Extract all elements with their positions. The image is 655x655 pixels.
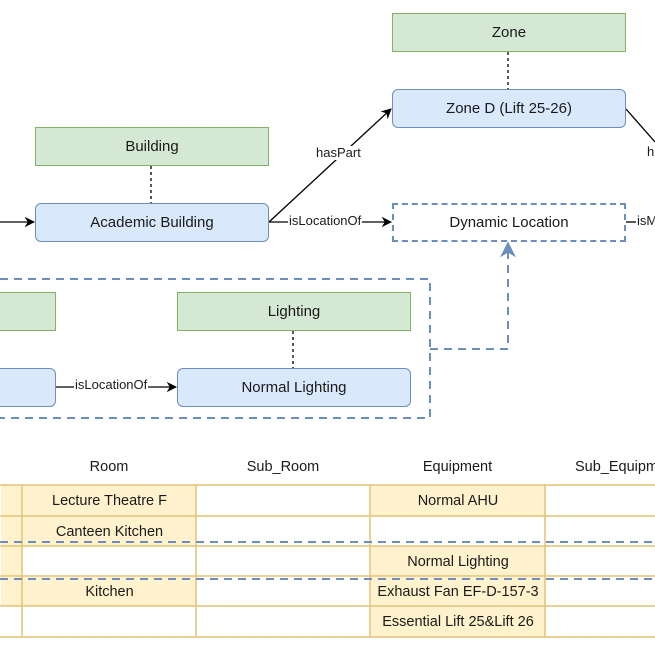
edge-label-is-location-of-left: isLocationOf [74, 377, 149, 392]
class-lighting[interactable]: Lighting [177, 292, 411, 331]
dynamic-group-connector [430, 241, 516, 350]
table-grid [0, 484, 655, 638]
ontology-diagram: Lecture Theatre F Normal AHU Canteen Kitch… [0, 0, 655, 655]
instance-zone-d[interactable]: Zone D (Lift 25-26) [392, 89, 626, 128]
instance-academic-building-label: Academic Building [90, 214, 214, 231]
edge-label-dynamic-right-partial: isM [636, 214, 655, 228]
dynamic-location-label: Dynamic Location [449, 214, 569, 231]
class-left-partial[interactable] [0, 292, 56, 331]
edge-label-is-location-of-academic: isLocationOf [288, 213, 363, 228]
instance-normal-lighting[interactable]: Normal Lighting [177, 368, 411, 407]
edge-has-part [268, 108, 392, 223]
instance-zone-d-label: Zone D (Lift 25-26) [446, 100, 572, 117]
edge-label-has-part: hasPart [315, 145, 362, 160]
class-zone-label: Zone [491, 24, 527, 41]
instance-academic-building[interactable]: Academic Building [35, 203, 269, 242]
instance-normal-lighting-label: Normal Lighting [241, 379, 347, 396]
table-header-room: Room [89, 459, 129, 475]
edge-zone-right-partial [625, 108, 655, 143]
edge-label-zone-right-partial: h [646, 144, 655, 159]
dynamic-location-node[interactable]: Dynamic Location [392, 203, 626, 242]
class-lighting-label: Lighting [267, 303, 321, 320]
class-zone[interactable]: Zone [392, 13, 626, 52]
class-building-label: Building [125, 138, 179, 155]
table-header-equipment: Equipment [422, 459, 493, 475]
table-header-sub-room: Sub_Room [246, 459, 320, 475]
class-building[interactable]: Building [35, 127, 269, 166]
table-header-sub-equipment: Sub_Equipm [575, 459, 655, 475]
instance-left-partial[interactable] [0, 368, 56, 407]
